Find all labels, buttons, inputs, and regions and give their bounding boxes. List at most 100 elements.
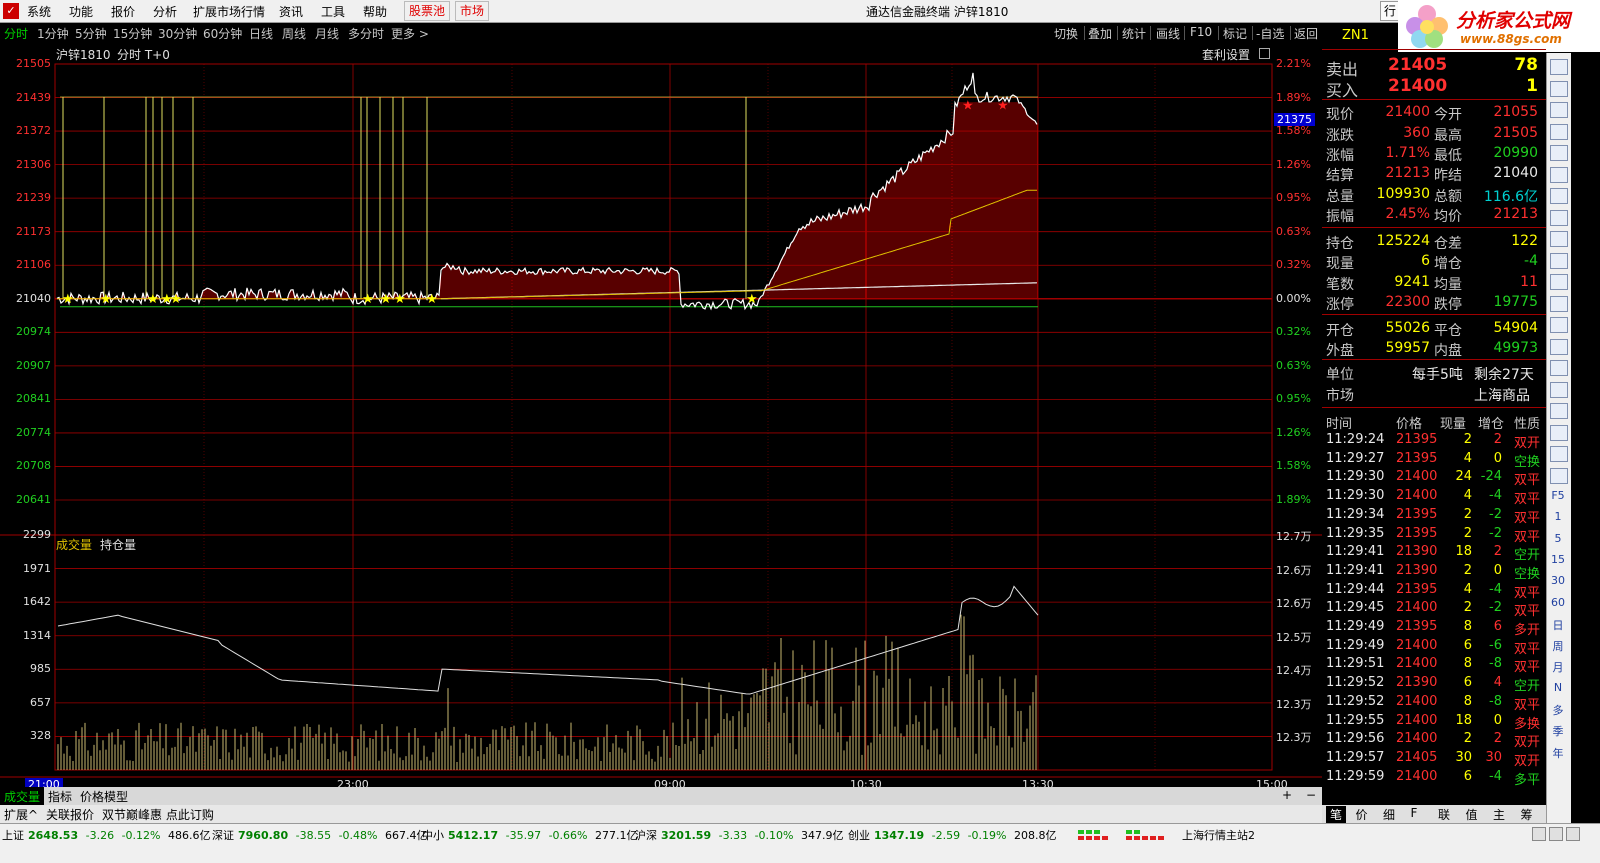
intraday-chart[interactable]: ★ ★ ★ ★ ★ ★ ★ ★ ★ ★ ★ ★ 沪锌1810 分时 T+0 套利设置 21375 成交…	[0, 44, 1322, 791]
period-shortcut-12[interactable]: 年	[1550, 745, 1566, 760]
table-icon[interactable]	[1550, 188, 1568, 204]
period-shortcut-10[interactable]: 多	[1550, 702, 1566, 717]
trade-row[interactable]: 11:29:52 21400 8 -8 双平	[1322, 694, 1544, 713]
period-tab-15min[interactable]: 15分钟	[113, 25, 152, 42]
menu-function[interactable]: 功能	[69, 3, 93, 20]
period-shortcut-2[interactable]: 5	[1550, 532, 1566, 546]
tick-icon[interactable]	[1550, 274, 1568, 290]
trade-row[interactable]: 11:29:59 21400 6 -4 多平	[1322, 769, 1544, 788]
period-tab-fenshi[interactable]: 分时	[4, 25, 28, 42]
panel-tab-2[interactable]: 细	[1383, 806, 1395, 823]
panel-tab-6[interactable]: 主	[1493, 806, 1505, 823]
period-shortcut-5[interactable]: 60	[1550, 596, 1566, 610]
panel-tab-3[interactable]: F	[1411, 806, 1418, 820]
period-shortcut-11[interactable]: 季	[1550, 723, 1566, 738]
menu-ext-market[interactable]: 扩展市场行情	[193, 3, 265, 20]
trade-row[interactable]: 11:29:41 21390 18 2 空开	[1322, 544, 1544, 563]
chart-icon[interactable]	[1550, 209, 1568, 226]
menu-analysis[interactable]: 分析	[153, 3, 177, 20]
tab-related-quotes[interactable]: 关联报价	[46, 806, 94, 823]
trade-row[interactable]: 11:29:34 21395 2 -2 双平	[1322, 507, 1544, 526]
tab-indicator[interactable]: 指标	[48, 788, 72, 805]
chart2-icon[interactable]	[1550, 317, 1568, 333]
tab-extend[interactable]: 扩展^	[4, 806, 38, 823]
info-icon[interactable]	[1550, 231, 1568, 247]
calc-icon[interactable]	[1550, 424, 1568, 441]
trade-row[interactable]: 11:29:45 21400 2 -2 双平	[1322, 600, 1544, 619]
tab-promo[interactable]: 双节巅峰惠 点此订购	[102, 806, 214, 823]
trade-row[interactable]: 11:29:41 21390 2 0 空换	[1322, 563, 1544, 582]
lock-icon[interactable]	[1532, 827, 1546, 841]
draw-button[interactable]: 画线	[1156, 25, 1180, 42]
index-item[interactable]: 深证 7960.80 -38.55 -0.48% 667.4亿	[212, 827, 431, 843]
period-shortcut-4[interactable]: 30	[1550, 574, 1566, 588]
period-tab-30min[interactable]: 30分钟	[158, 25, 197, 42]
tab-price-model[interactable]: 价格模型	[80, 788, 128, 805]
trade-row[interactable]: 11:29:49 21395 8 6 多开	[1322, 619, 1544, 638]
arbitrage-settings-button[interactable]: 套利设置	[1202, 46, 1250, 63]
period-shortcut-9[interactable]: N	[1550, 681, 1566, 695]
panel-tab-1[interactable]: 价	[1356, 806, 1368, 823]
period-tab-60min[interactable]: 60分钟	[203, 25, 242, 42]
panel-tab-5[interactable]: 值	[1466, 806, 1478, 823]
self-select-button[interactable]: -自选	[1256, 25, 1284, 42]
period-tab-week[interactable]: 周线	[282, 25, 306, 42]
trade-row[interactable]: 11:29:49 21400 6 -6 双平	[1322, 638, 1544, 657]
period-tab-5min[interactable]: 5分钟	[75, 25, 107, 42]
index-item[interactable]: 中小 5412.17 -35.97 -0.66% 277.1亿	[422, 827, 641, 843]
index-item[interactable]: 创业 1347.19 -2.59 -0.19% 208.8亿	[848, 827, 1061, 843]
kline-icon[interactable]	[1550, 166, 1568, 183]
trade-row[interactable]: 11:29:30 21400 4 -4 双平	[1322, 488, 1544, 507]
menu-right-button[interactable]: 行	[1380, 1, 1401, 21]
overlay-button[interactable]: 叠加	[1088, 25, 1112, 42]
period-shortcut-8[interactable]: 月	[1550, 659, 1566, 674]
period-shortcut-7[interactable]: 周	[1550, 638, 1566, 653]
bar-chart-icon[interactable]	[1550, 102, 1568, 118]
zoom-out-button[interactable]: −	[1306, 788, 1316, 802]
news-icon[interactable]	[1550, 252, 1568, 269]
index-item[interactable]: 上证 2648.53 -3.26 -0.12% 486.6亿	[2, 827, 215, 843]
trade-row[interactable]: 11:29:55 21400 18 0 多换	[1322, 713, 1544, 732]
menu-quote[interactable]: 报价	[111, 3, 135, 20]
tab-volume[interactable]: 成交量	[0, 787, 45, 806]
stats-button[interactable]: 统计	[1122, 25, 1146, 42]
chart4-icon[interactable]	[1550, 360, 1568, 376]
period-tab-month[interactable]: 月线	[315, 25, 339, 42]
period-shortcut-1[interactable]: 1	[1550, 510, 1566, 524]
period-tab-more[interactable]: 更多 >	[391, 25, 429, 42]
switch-button[interactable]: 切换	[1054, 25, 1078, 42]
period-shortcut-6[interactable]: 日	[1550, 617, 1566, 632]
trade-row[interactable]: 11:29:35 21395 2 -2 双平	[1322, 526, 1544, 545]
trade-row[interactable]: 11:29:56 21400 2 2 双开	[1322, 731, 1544, 750]
expand-icon[interactable]	[1259, 48, 1270, 59]
tools-icon[interactable]	[1566, 827, 1580, 841]
chart3-icon[interactable]	[1550, 338, 1568, 355]
period-shortcut-0[interactable]: F5	[1550, 489, 1566, 503]
panel-tab-7[interactable]: 筹	[1521, 806, 1533, 823]
period-shortcut-3[interactable]: 15	[1550, 553, 1566, 567]
chart5-icon[interactable]	[1550, 381, 1568, 398]
mail-icon[interactable]	[1549, 827, 1563, 841]
f10-button[interactable]: F10	[1190, 25, 1212, 39]
panel-tab-4[interactable]: 联	[1438, 806, 1450, 823]
tool-icon[interactable]	[1550, 446, 1568, 462]
menu-stock-pool[interactable]: 股票池	[404, 1, 451, 21]
refresh-icon[interactable]	[1550, 467, 1568, 484]
trade-row[interactable]: 11:29:27 21395 4 0 空换	[1322, 451, 1544, 470]
trade-row[interactable]: 11:29:52 21390 6 4 空开	[1322, 675, 1544, 694]
trade-row[interactable]: 11:29:24 21395 2 2 双开	[1322, 432, 1544, 451]
menu-news[interactable]: 资讯	[279, 3, 303, 20]
trade-row[interactable]: 11:29:51 21400 8 -8 双平	[1322, 656, 1544, 675]
period-tab-day[interactable]: 日线	[249, 25, 273, 42]
panel-tab-0[interactable]: 笔	[1326, 806, 1347, 823]
list-icon[interactable]	[1550, 123, 1568, 140]
menu-market[interactable]: 市场	[455, 1, 490, 21]
fz-icon[interactable]	[1550, 295, 1568, 312]
pct-icon[interactable]	[1550, 403, 1568, 419]
back-button[interactable]: 返回	[1294, 25, 1318, 42]
index-item[interactable]: 沪深 3201.59 -3.33 -0.10% 347.9亿	[635, 827, 848, 843]
zoom-in-button[interactable]: +	[1282, 788, 1292, 802]
trade-row[interactable]: 11:29:57 21405 30 30 双开	[1322, 750, 1544, 769]
menu-help[interactable]: 帮助	[363, 3, 387, 20]
mark-button[interactable]: 标记	[1223, 25, 1247, 42]
